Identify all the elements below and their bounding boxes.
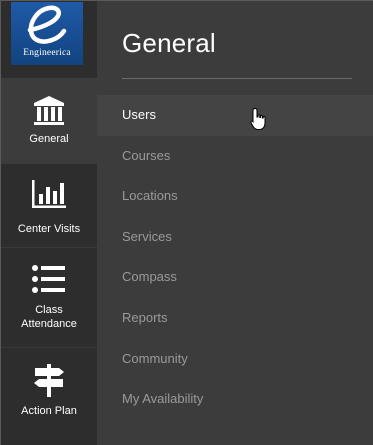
rail-item-center-visits[interactable]: Center Visits [1,164,97,248]
title-divider [122,78,352,79]
menu-item-my-availability[interactable]: My Availability [97,379,373,420]
bar-chart-icon [32,180,66,208]
panel-title: General [122,28,216,58]
rail-item-action-plan[interactable]: Action Plan [1,348,97,434]
rail-item-label: Action Plan [21,405,77,417]
rail-item-label: Center Visits [17,223,81,235]
left-nav-rail: Engineerica General Center Visits Class … [1,1,97,445]
app-window: Engineerica General Center Visits Class … [0,0,373,445]
menu-item-users[interactable]: Users [97,95,373,136]
engineerica-logo[interactable]: Engineerica [11,2,83,65]
building-icon [34,96,64,125]
menu-item-courses[interactable]: Courses [97,136,373,177]
menu-item-locations[interactable]: Locations [97,176,373,217]
logo-e-icon [11,2,83,49]
menu-item-services[interactable]: Services [97,217,373,258]
logo-wordmark: Engineerica [23,48,71,58]
submenu-panel: General Users Courses Locations Services… [97,1,373,445]
list-icon [32,265,65,293]
menu-item-community[interactable]: Community [97,339,373,380]
rail-item-label: General [29,133,69,145]
menu-item-compass[interactable]: Compass [97,257,373,298]
rail-item-general[interactable]: General [1,78,97,164]
menu-item-reports[interactable]: Reports [97,298,373,339]
rail-item-label: Class Attendance [21,304,77,330]
signpost-icon [34,364,64,397]
rail-item-class-attendance[interactable]: Class Attendance [1,248,97,348]
hand-pointer-icon [250,107,266,130]
submenu-list: Users Courses Locations Services Compass… [97,95,373,420]
